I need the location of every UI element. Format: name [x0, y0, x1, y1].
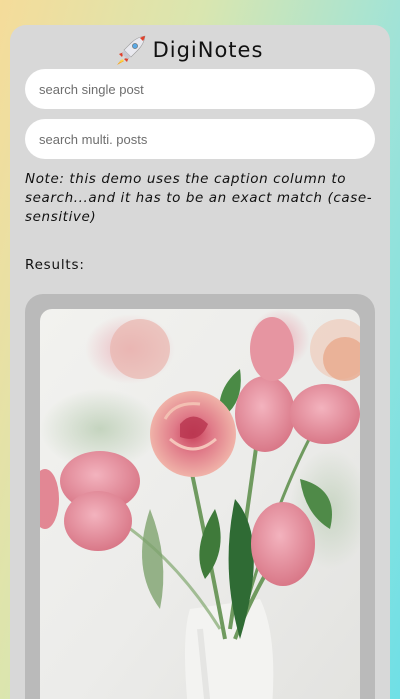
results-label: Results:: [25, 257, 85, 273]
result-card[interactable]: [25, 294, 375, 699]
search-multi-posts-input[interactable]: [25, 119, 375, 159]
post-image[interactable]: [40, 309, 360, 699]
app-title: DigiNotes: [152, 38, 264, 62]
app-header: DigiNotes: [10, 33, 390, 67]
flower-bouquet-image: [40, 309, 360, 699]
rocket-icon: [116, 35, 145, 65]
search-single-post-input[interactable]: [25, 69, 375, 109]
app-card: DigiNotes Note: this demo uses the capti…: [10, 25, 390, 699]
search-note: Note: this demo uses the caption column …: [25, 171, 373, 225]
